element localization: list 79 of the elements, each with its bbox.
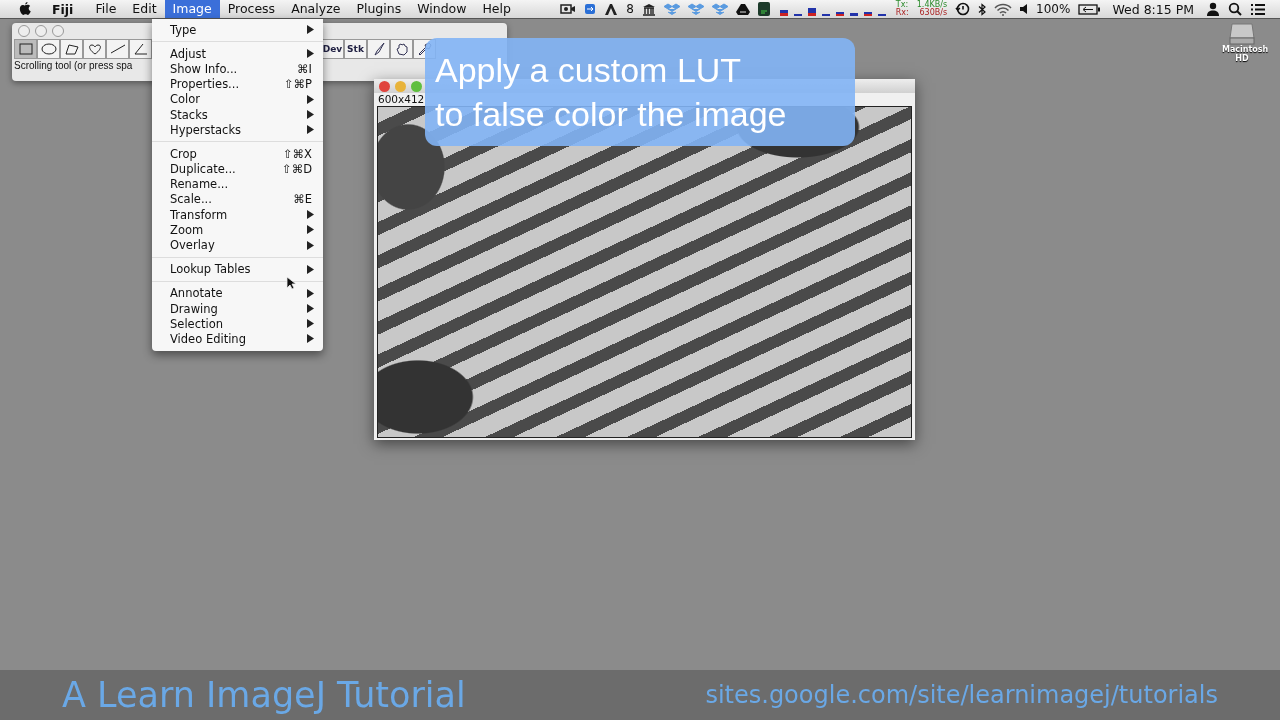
menu-item[interactable]: Image bbox=[164, 0, 220, 18]
wifi-icon[interactable] bbox=[994, 2, 1013, 16]
footer-title: A Learn ImageJ Tutorial bbox=[62, 675, 466, 715]
heart-shape-icon bbox=[86, 43, 103, 55]
menu-item[interactable]: Zoom bbox=[152, 222, 323, 238]
menu-item[interactable]: Selection bbox=[152, 316, 323, 332]
menu-item[interactable]: Duplicate... ⇧⌘D bbox=[152, 161, 323, 177]
battery-icon[interactable] bbox=[1078, 3, 1101, 15]
terminal-icon[interactable] bbox=[757, 2, 770, 16]
clock-history-icon[interactable] bbox=[955, 2, 971, 16]
image-info: 600x412 bbox=[377, 93, 426, 106]
menu-item[interactable]: Edit bbox=[124, 0, 165, 18]
menu-item[interactable]: Overlay bbox=[152, 237, 323, 253]
hand-tool[interactable] bbox=[390, 39, 413, 59]
oval-icon bbox=[40, 43, 57, 55]
menu-item[interactable]: Window bbox=[409, 0, 475, 18]
menu-item[interactable]: Transform bbox=[152, 207, 323, 223]
line-icon bbox=[109, 43, 126, 55]
hard-drive-icon bbox=[1229, 23, 1255, 45]
angle-icon bbox=[132, 43, 149, 55]
freehand-tool[interactable] bbox=[83, 39, 106, 59]
user-icon[interactable] bbox=[1206, 2, 1220, 16]
menu-item[interactable]: Video Editing bbox=[152, 331, 323, 347]
rx-rate: 630B/s bbox=[919, 9, 948, 17]
apple-logo-icon[interactable] bbox=[18, 1, 32, 17]
angle-tool[interactable] bbox=[129, 39, 152, 59]
search-icon[interactable] bbox=[1228, 2, 1242, 16]
toolbar-status: Scrolling tool (or press spa bbox=[14, 60, 133, 71]
clock[interactable]: Wed 8:15 PM bbox=[1112, 1, 1194, 17]
menu-item[interactable]: Rename... bbox=[152, 176, 323, 192]
menu-item[interactable]: Drawing bbox=[152, 301, 323, 317]
list-icon[interactable] bbox=[1250, 2, 1266, 16]
menu-item[interactable]: Scale... ⌘E bbox=[152, 191, 323, 208]
menu-item[interactable]: Adjust bbox=[152, 46, 323, 62]
rx-label: Rx: bbox=[895, 9, 909, 17]
menu-item[interactable]: Hyperstacks bbox=[152, 122, 323, 138]
menu-item[interactable]: Process bbox=[219, 0, 284, 18]
close-button[interactable] bbox=[379, 80, 390, 92]
building-icon[interactable] bbox=[641, 2, 656, 16]
caption-banner: Apply a custom LUT to false color the image bbox=[425, 38, 855, 146]
polygon-tool[interactable] bbox=[60, 39, 83, 59]
submenu-arrow-icon bbox=[307, 264, 314, 274]
menu-item[interactable]: Analyze bbox=[283, 0, 349, 18]
box-icon[interactable] bbox=[687, 2, 704, 16]
developer-menu-tool[interactable]: Dev bbox=[321, 39, 344, 59]
menu-item[interactable]: Annotate bbox=[152, 285, 323, 301]
box-icon[interactable] bbox=[663, 2, 680, 16]
mouse-pointer-icon bbox=[286, 276, 296, 290]
menu-item[interactable]: Properties... ⇧⌘P bbox=[152, 76, 323, 92]
menu-item[interactable]: Lookup Tables bbox=[152, 261, 323, 277]
box-icon[interactable] bbox=[711, 2, 728, 16]
rectangle-tool[interactable] bbox=[14, 39, 37, 59]
polygon-icon bbox=[63, 43, 80, 55]
bluetooth-icon[interactable] bbox=[978, 2, 987, 16]
menu-item[interactable]: Show Info... ⌘I bbox=[152, 61, 323, 77]
triangle-drive-icon[interactable] bbox=[735, 3, 750, 15]
menu-item[interactable]: Stacks bbox=[152, 106, 323, 123]
menu-item[interactable]: File bbox=[87, 0, 125, 18]
tx-rate: 1.4KB/s bbox=[916, 1, 948, 9]
app-menu[interactable]: Fiji bbox=[46, 1, 80, 17]
speaker-icon[interactable] bbox=[1020, 4, 1029, 14]
camera-icon[interactable] bbox=[560, 3, 577, 15]
menu-item[interactable]: Color bbox=[152, 91, 323, 107]
submenu-arrow-icon bbox=[307, 25, 314, 35]
app-square-icon[interactable] bbox=[584, 3, 597, 15]
battery-percent: 100% bbox=[1036, 2, 1071, 16]
update-count: 8 bbox=[626, 2, 634, 16]
menu-item[interactable]: Crop ⇧⌘X bbox=[152, 146, 323, 162]
menu-item[interactable]: Plugins bbox=[348, 0, 410, 18]
stack-menu-tool[interactable]: Stk bbox=[344, 39, 367, 59]
brush-icon bbox=[371, 42, 386, 56]
oval-tool[interactable] bbox=[37, 39, 60, 59]
tx-label: Tx: bbox=[895, 1, 909, 9]
submenu-arrow-icon bbox=[307, 49, 314, 59]
rectangle-icon bbox=[18, 43, 33, 55]
line-tool[interactable] bbox=[106, 39, 129, 59]
menu-item[interactable]: Type bbox=[152, 22, 323, 38]
menu-item[interactable]: Help bbox=[474, 0, 519, 18]
brush-tool[interactable] bbox=[367, 39, 390, 59]
